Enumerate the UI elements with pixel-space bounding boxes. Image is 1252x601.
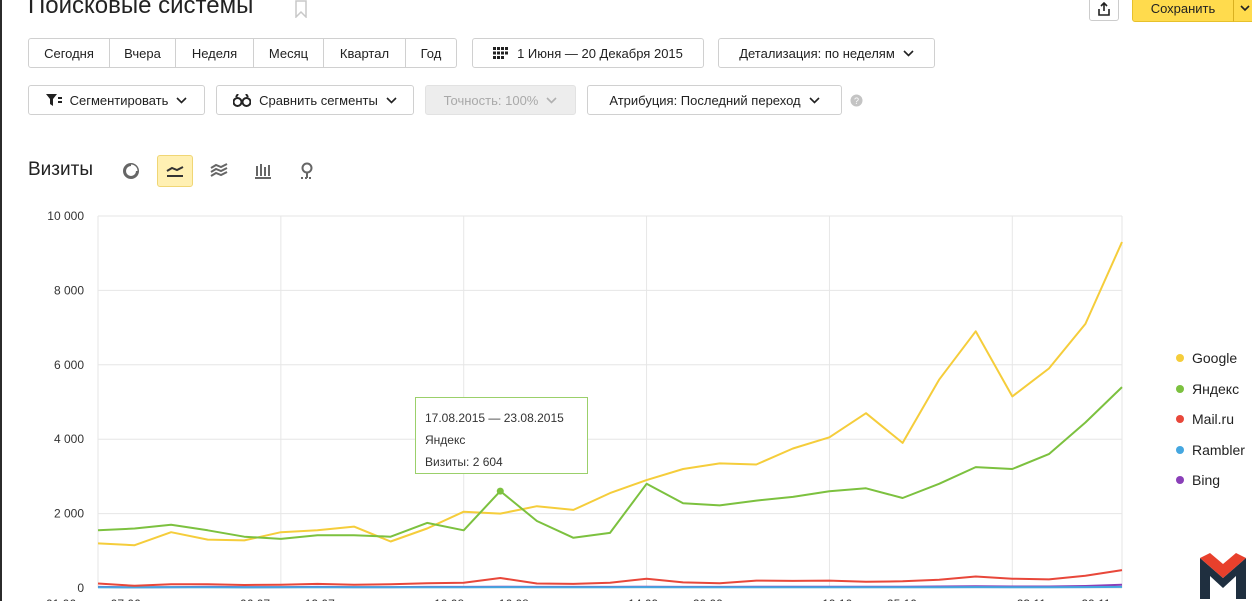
legend-label: Rambler [1192,441,1245,458]
x-tick-label: 19.10 [822,597,852,601]
period-selector: Сегодня Вчера Неделя Месяц Квартал Год [28,38,457,68]
legend-item[interactable]: Яндекс [1176,374,1245,405]
compare-icon [233,93,252,107]
x-tick-label: 23.11 [1017,597,1046,601]
y-tick-label: 0 [77,581,84,595]
date-range-label: 1 Июня — 20 Декабря 2015 [517,45,683,61]
calendar-icon [493,47,509,59]
tooltip-period: 17.08.2015 — 23.08.2015 [425,411,564,425]
series-line-rambler [97,585,1123,589]
legend-item[interactable]: Google [1176,343,1245,374]
y-tick-label: 8 000 [54,283,84,297]
period-week[interactable]: Неделя [176,38,254,68]
line-chart-icon[interactable] [157,155,193,187]
map-icon[interactable] [289,155,325,187]
x-tick-label: 16.08 [499,597,529,601]
detail-dropdown[interactable]: Детализация: по неделям [718,38,935,68]
compare-label: Сравнить сегменты [259,92,378,108]
x-tick-label: 01.06 [46,597,76,601]
chart-title: Визиты [28,159,93,180]
chart-tooltip: 17.08.2015 — 23.08.2015 Яндекс Визиты: 2… [415,397,588,474]
x-tick-label: 14.09 [628,597,658,601]
x-tick-label: 07.06 [111,597,141,601]
series-line-google [97,241,1123,547]
series-line-yandex [97,386,1123,540]
period-month[interactable]: Месяц [254,38,324,68]
help-icon[interactable]: ? [850,94,863,112]
compare-segments-button[interactable]: Сравнить сегменты [216,85,414,115]
save-button[interactable]: Сохранить [1132,0,1234,22]
tooltip-series: Яндекс [425,433,466,447]
chart-legend: Google Яндекс Mail.ru Rambler Bing [1176,343,1245,496]
accuracy-label: Точность: 100% [443,92,539,108]
tooltip-value: Визиты: 2 604 [425,455,503,469]
detail-label: Детализация: по неделям [739,45,895,61]
area-chart-icon[interactable] [201,155,237,187]
y-tick-label: 2 000 [54,507,84,521]
legend-label: Bing [1192,472,1221,489]
svg-text:?: ? [854,96,859,106]
segment-label: Сегментировать [69,92,169,108]
x-tick-label: 20.09 [693,597,723,601]
bookmark-icon[interactable] [294,0,308,23]
legend-label: Яндекс [1192,380,1240,397]
filter-icon [45,93,62,107]
period-quarter[interactable]: Квартал [324,38,406,68]
page-title: Поисковые системы [28,0,254,19]
period-today[interactable]: Сегодня [28,38,110,68]
share-icon [1097,1,1111,16]
y-tick-label: 10 000 [47,209,84,223]
legend-color-dot [1176,445,1184,454]
y-tick-label: 4 000 [54,432,84,446]
chevron-down-icon [386,96,397,104]
highlighted-data-point [496,487,504,495]
chevron-down-icon [903,49,914,57]
legend-item[interactable]: Bing [1176,465,1245,496]
legend-color-dot [1176,415,1184,424]
x-tick-label: 10.08 [434,597,464,601]
y-tick-label: 6 000 [54,358,84,372]
chevron-down-icon [176,96,187,104]
x-tick-label: 06.07 [240,597,270,601]
legend-item[interactable]: Mail.ru [1176,404,1245,435]
accuracy-dropdown: Точность: 100% [425,85,576,115]
watermark-logo [1200,553,1246,599]
visits-line-chart: 10 000 8 000 6 000 4 000 2 000 001.06 07.06 06.… [46,209,1123,601]
legend-color-dot [1176,384,1184,393]
x-tick-label: 12.07 [305,597,335,601]
legend-color-dot [1176,354,1184,363]
legend-label: Mail.ru [1192,411,1235,428]
x-tick-label: 29.11 [1081,597,1110,601]
x-tick-label: 25.10 [887,597,917,601]
period-year[interactable]: Год [406,38,457,68]
pie-chart-icon[interactable] [113,155,149,187]
period-yesterday[interactable]: Вчера [110,38,176,68]
share-button[interactable] [1089,0,1119,21]
bar-chart-icon[interactable] [245,155,281,187]
save-options-button[interactable] [1233,0,1252,22]
attribution-dropdown[interactable]: Атрибуция: Последний переход [587,85,842,115]
series-line-mailru [97,569,1123,587]
chevron-down-icon [809,96,820,104]
chevron-down-icon [1240,4,1250,12]
date-range-picker[interactable]: 1 Июня — 20 Декабря 2015 [472,38,704,68]
segment-button[interactable]: Сегментировать [28,85,205,115]
chevron-down-icon [546,96,557,104]
attribution-label: Атрибуция: Последний переход [609,92,801,108]
legend-color-dot [1176,476,1184,485]
legend-item[interactable]: Rambler [1176,435,1245,466]
legend-label: Google [1192,350,1238,367]
